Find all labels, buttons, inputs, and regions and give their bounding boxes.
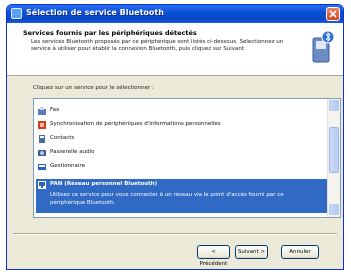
dialog-window: Sélection de service Bluetooth Services …	[6, 4, 344, 270]
list-item-label: Contacts	[50, 135, 75, 141]
list-item-label: Synchronisation de périphériques d'infor…	[50, 121, 221, 127]
bluetooth-device-icon	[312, 30, 335, 63]
next-button[interactable]: Suivant >	[235, 245, 268, 259]
list-item[interactable]: Synchronisation de périphériques d'infor…	[36, 119, 326, 131]
scroll-up-button[interactable]	[329, 100, 339, 111]
close-button[interactable]	[326, 7, 340, 21]
list-item-label: Fax	[50, 107, 60, 113]
contacts-icon	[39, 135, 45, 143]
cancel-button[interactable]: Annuler	[281, 245, 319, 259]
separator	[13, 233, 337, 235]
list-item[interactable]: Passerelle audio	[36, 147, 326, 159]
scroll-down-button[interactable]	[329, 204, 339, 215]
wizard-header: Services fournis par les périphériques d…	[7, 23, 343, 76]
list-item[interactable]: Gestionnaire	[36, 161, 326, 173]
list-item-label: Gestionnaire	[50, 163, 85, 169]
header-title: Services fournis par les périphériques d…	[23, 29, 197, 37]
audio-icon	[38, 150, 46, 156]
list-item-label: Passerelle audio	[50, 149, 95, 155]
sync-icon	[38, 121, 46, 129]
list-item[interactable]: Contacts	[36, 133, 326, 145]
instruction-text: Cliquez sur un service pour le sélection…	[33, 85, 154, 91]
fax-icon	[38, 107, 46, 115]
list-item[interactable]: Fax	[36, 105, 326, 117]
selected-service-label: PAN (Réseau personnel Bluetooth)	[50, 181, 158, 187]
title-bar[interactable]: Sélection de service Bluetooth	[7, 5, 343, 23]
service-list[interactable]: Fax Synchronisation de périphériques d'i…	[33, 98, 341, 218]
close-icon	[329, 10, 337, 18]
selected-service-item[interactable]: PAN (Réseau personnel Bluetooth) Utilise…	[36, 179, 328, 213]
selected-service-description: Utilisez ce service pour vous connecter …	[50, 192, 284, 206]
vertical-scrollbar[interactable]	[327, 99, 340, 217]
window-title: Sélection de service Bluetooth	[26, 8, 164, 17]
back-button[interactable]: < Précédent	[197, 245, 230, 267]
manager-icon	[38, 164, 46, 170]
network-icon	[38, 181, 46, 189]
header-description: Les services Bluetooth proposés par ce p…	[31, 39, 284, 53]
scroll-thumb[interactable]	[329, 127, 339, 173]
bluetooth-icon	[11, 8, 22, 19]
